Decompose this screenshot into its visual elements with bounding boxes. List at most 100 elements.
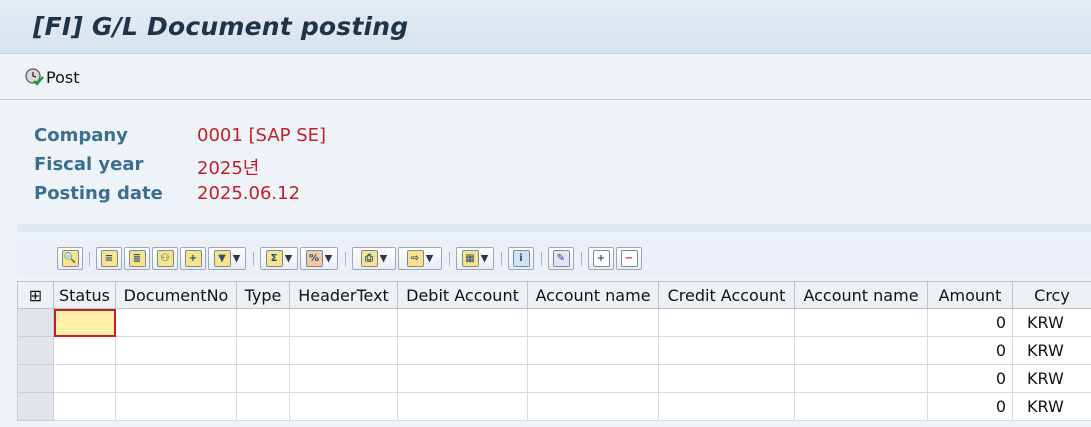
credit-account-cell[interactable]	[658, 364, 795, 393]
amount-cell[interactable]: 0	[927, 392, 1013, 421]
credit-account-name-cell[interactable]	[794, 308, 928, 337]
status-cell[interactable]	[53, 308, 116, 337]
find-next-icon: +	[184, 250, 202, 267]
find-next-button[interactable]: +	[180, 247, 206, 270]
section-divider	[17, 224, 1091, 232]
application-toolbar: Post	[0, 54, 1091, 100]
crcy-cell[interactable]: KRW	[1012, 308, 1091, 337]
column-header-type[interactable]: Type	[236, 281, 290, 309]
amount-cell[interactable]: 0	[927, 336, 1013, 365]
graphic-button[interactable]: ✎	[548, 247, 574, 270]
details-icon: 🔍	[61, 250, 79, 267]
amount-cell[interactable]: 0	[927, 364, 1013, 393]
table-row: 0 KRW	[17, 336, 1091, 365]
type-cell[interactable]	[236, 308, 290, 337]
insert-row-icon: +	[592, 250, 610, 267]
column-header-debit-account[interactable]: Debit Account	[397, 281, 528, 309]
chevron-down-icon	[379, 254, 388, 263]
layout-button[interactable]: ▦	[456, 247, 494, 270]
credit-account-name-cell[interactable]	[794, 392, 928, 421]
details-button[interactable]: 🔍	[57, 247, 83, 270]
delete-row-button[interactable]: −	[616, 247, 642, 270]
headertext-cell[interactable]	[289, 392, 398, 421]
crcy-cell[interactable]: KRW	[1012, 364, 1091, 393]
debit-account-name-cell[interactable]	[527, 364, 659, 393]
company-label: Company	[34, 125, 128, 146]
documentno-cell[interactable]	[115, 308, 237, 337]
debit-account-name-cell[interactable]	[527, 336, 659, 365]
table-row: 0 KRW	[17, 364, 1091, 393]
chevron-down-icon	[425, 254, 434, 263]
credit-account-name-cell[interactable]	[794, 364, 928, 393]
documentno-cell[interactable]	[115, 392, 237, 421]
post-button[interactable]: Post	[24, 65, 79, 89]
column-header-headertext[interactable]: HeaderText	[289, 281, 398, 309]
title-bar: [FI] G/L Document posting	[0, 0, 1091, 54]
posting-date-label: Posting date	[34, 183, 163, 204]
amount-cell[interactable]: 0	[927, 308, 1013, 337]
sort-descending-button[interactable]: ≣	[124, 247, 150, 270]
status-cell[interactable]	[53, 392, 116, 421]
status-cell[interactable]	[53, 364, 116, 393]
table-row: 0 KRW	[17, 392, 1091, 421]
column-header-amount[interactable]: Amount	[927, 281, 1013, 309]
graphic-icon: ✎	[552, 250, 570, 267]
row-selector[interactable]	[17, 392, 54, 421]
print-button[interactable]: ⎙	[352, 247, 396, 270]
crcy-cell[interactable]: KRW	[1012, 392, 1091, 421]
documentno-cell[interactable]	[115, 364, 237, 393]
type-cell[interactable]	[236, 336, 290, 365]
info-button[interactable]: i	[508, 247, 534, 270]
fiscal-year-label: Fiscal year	[34, 154, 144, 175]
debit-account-cell[interactable]	[397, 364, 528, 393]
headertext-cell[interactable]	[289, 336, 398, 365]
credit-account-cell[interactable]	[658, 336, 795, 365]
toolbar-separator	[89, 252, 90, 266]
row-selector[interactable]	[17, 308, 54, 337]
print-icon: ⎙	[360, 250, 378, 267]
row-selector[interactable]	[17, 364, 54, 393]
sum-button[interactable]: Σ	[260, 247, 298, 270]
select-all-icon[interactable]: ⊞	[17, 281, 54, 309]
type-cell[interactable]	[236, 392, 290, 421]
column-header-crcy[interactable]: Crcy	[1012, 281, 1091, 309]
type-cell[interactable]	[236, 364, 290, 393]
column-header-status[interactable]: Status	[53, 281, 116, 309]
headertext-cell[interactable]	[289, 308, 398, 337]
column-header-credit-account-name[interactable]: Account name	[794, 281, 928, 309]
chevron-down-icon	[480, 254, 489, 263]
toolbar-separator	[449, 252, 450, 266]
status-cell[interactable]	[53, 336, 116, 365]
headertext-cell[interactable]	[289, 364, 398, 393]
filter-button[interactable]: ▼	[208, 247, 246, 270]
credit-account-cell[interactable]	[658, 392, 795, 421]
column-header-credit-account[interactable]: Credit Account	[658, 281, 795, 309]
credit-account-cell[interactable]	[658, 308, 795, 337]
table-row: 0 KRW	[17, 308, 1091, 337]
sort-descending-icon: ≣	[128, 250, 146, 267]
sort-ascending-button[interactable]: ≡	[96, 247, 122, 270]
insert-row-button[interactable]: +	[588, 247, 614, 270]
column-header-documentno[interactable]: DocumentNo	[115, 281, 237, 309]
crcy-cell[interactable]: KRW	[1012, 336, 1091, 365]
export-button[interactable]: ⇨	[398, 247, 442, 270]
row-selector[interactable]	[17, 336, 54, 365]
debit-account-cell[interactable]	[397, 336, 528, 365]
chevron-down-icon	[284, 254, 293, 263]
chevron-down-icon	[232, 254, 241, 263]
documentno-cell[interactable]	[115, 336, 237, 365]
company-value: 0001 [SAP SE]	[197, 125, 327, 146]
debit-account-cell[interactable]	[397, 392, 528, 421]
debit-account-name-cell[interactable]	[527, 308, 659, 337]
subtotal-button[interactable]: %	[300, 247, 338, 270]
debit-account-cell[interactable]	[397, 308, 528, 337]
document-table: ⊞ Status DocumentNo Type HeaderText Debi…	[17, 281, 1091, 421]
toolbar-separator	[541, 252, 542, 266]
credit-account-name-cell[interactable]	[794, 336, 928, 365]
toolbar-separator	[345, 252, 346, 266]
post-icon	[24, 67, 44, 87]
find-button[interactable]: ⚇	[152, 247, 178, 270]
debit-account-name-cell[interactable]	[527, 392, 659, 421]
filter-icon: ▼	[213, 250, 231, 267]
column-header-debit-account-name[interactable]: Account name	[527, 281, 659, 309]
